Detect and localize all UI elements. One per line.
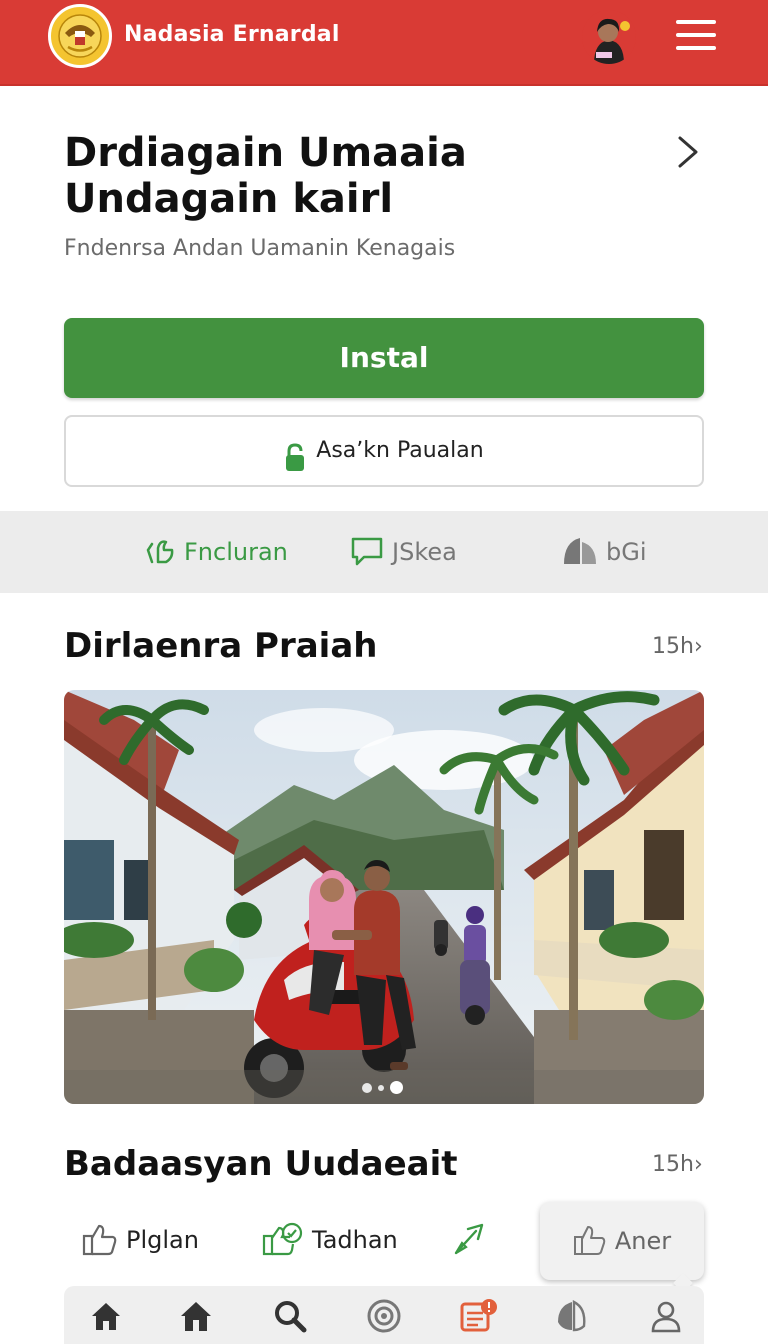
thumbs-up-icon bbox=[82, 1224, 117, 1256]
page-subtitle: Fndenrsa Andan Uamanin Kenagais bbox=[64, 236, 456, 261]
page-title: Drdiagain Umaaia Undagain kairl bbox=[64, 130, 467, 222]
chevron-right-icon[interactable] bbox=[670, 130, 706, 174]
leaf-icon bbox=[564, 538, 596, 564]
bottom-nav bbox=[64, 1286, 704, 1344]
reaction-tadhan[interactable]: Tadhan bbox=[262, 1218, 398, 1262]
notification-badge-icon[interactable] bbox=[460, 1298, 497, 1334]
strip-label: Fncluran bbox=[184, 538, 288, 566]
section-see-more[interactable]: 15h› bbox=[652, 1152, 703, 1177]
hamburger-menu-icon[interactable] bbox=[674, 20, 718, 56]
app-title: Nadasia Ernardal bbox=[124, 22, 340, 47]
carousel-dot[interactable] bbox=[378, 1085, 384, 1091]
action-strip: Fncluran JSkea bGi bbox=[0, 511, 768, 593]
reaction-label: Aner bbox=[614, 1227, 672, 1255]
target-icon[interactable] bbox=[366, 1298, 402, 1334]
strip-item-fncluran[interactable]: Fncluran bbox=[146, 511, 288, 593]
sparkle-icon bbox=[146, 540, 174, 564]
chat-bubble-icon bbox=[351, 537, 383, 566]
app-bar: Nadasia Ernardal bbox=[0, 0, 768, 86]
reaction-aner[interactable]: Aner bbox=[540, 1202, 704, 1280]
share-arrow-icon bbox=[454, 1223, 484, 1255]
install-button[interactable]: Instal bbox=[64, 318, 704, 398]
carousel-dot-active[interactable] bbox=[390, 1081, 403, 1094]
carousel-indicator[interactable] bbox=[358, 1080, 408, 1096]
strip-item-bgi[interactable]: bGi bbox=[562, 511, 647, 593]
strip-label: bGi bbox=[606, 538, 647, 566]
secondary-action-button[interactable]: Asaʼkn Paualan bbox=[64, 415, 704, 487]
leaf-nav-icon[interactable] bbox=[554, 1298, 590, 1334]
reaction-label: Tadhan bbox=[312, 1226, 398, 1254]
secondary-action-label: Asaʼkn Paualan bbox=[316, 438, 484, 463]
section-title: Dirlaenra Praiah bbox=[64, 626, 378, 666]
strip-item-jskea[interactable]: JSkea bbox=[350, 511, 457, 593]
home-alt-icon[interactable] bbox=[178, 1298, 214, 1334]
reaction-plglan[interactable]: Plglan bbox=[82, 1218, 199, 1262]
share-arrow-button[interactable] bbox=[452, 1218, 500, 1262]
emblem-logo[interactable] bbox=[48, 4, 112, 68]
search-icon[interactable] bbox=[272, 1298, 308, 1334]
reaction-label: Plglan bbox=[126, 1226, 199, 1254]
comment-heart-icon bbox=[262, 1222, 303, 1256]
profile-icon[interactable] bbox=[648, 1298, 684, 1334]
section-see-more[interactable]: 15h› bbox=[652, 634, 703, 659]
carousel-image[interactable] bbox=[64, 690, 704, 1104]
user-avatar[interactable] bbox=[582, 10, 636, 64]
home-icon[interactable] bbox=[88, 1298, 124, 1334]
section-title: Badaasyan Uudaeait bbox=[64, 1144, 458, 1184]
carousel-dot[interactable] bbox=[362, 1083, 372, 1093]
strip-label: JSkea bbox=[392, 538, 457, 566]
thumbs-up-outline-icon bbox=[573, 1226, 606, 1255]
lock-icon bbox=[284, 433, 306, 471]
